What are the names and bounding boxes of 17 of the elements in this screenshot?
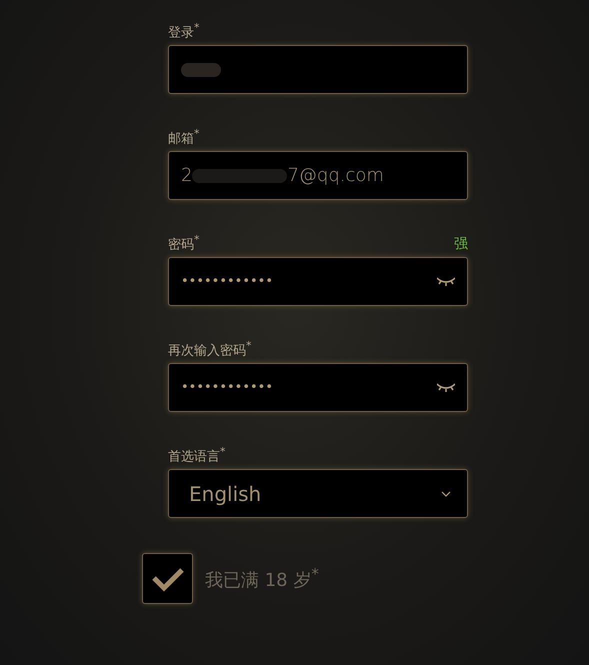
input-field[interactable]: 2 7@qq.com xyxy=(168,151,468,200)
password-field[interactable]: •••••••••••• xyxy=(168,363,468,412)
closed-eye-icon[interactable] xyxy=(437,382,455,394)
password-strength: 强 xyxy=(454,235,468,253)
checkbox[interactable] xyxy=(142,553,193,604)
field-label: 登录$^{*}$ xyxy=(168,20,200,41)
field-label: 首选语言$^{*}$ xyxy=(168,444,226,465)
input-field[interactable] xyxy=(168,45,468,94)
closed-eye-icon[interactable] xyxy=(437,276,455,288)
language-select[interactable]: English xyxy=(168,469,468,518)
password-field[interactable]: •••••••••••• xyxy=(168,257,468,306)
field-label: 邮箱$^{*}$ xyxy=(168,126,200,147)
chevron-down-icon xyxy=(441,490,451,496)
field-label: 再次输入密码$^{*}$ xyxy=(168,338,252,359)
checkmark-icon xyxy=(150,566,184,592)
age-confirmation-label: 我已满 18 岁$^{*}$ xyxy=(205,565,319,592)
field-label: 密码$^{*}$ xyxy=(168,232,200,253)
